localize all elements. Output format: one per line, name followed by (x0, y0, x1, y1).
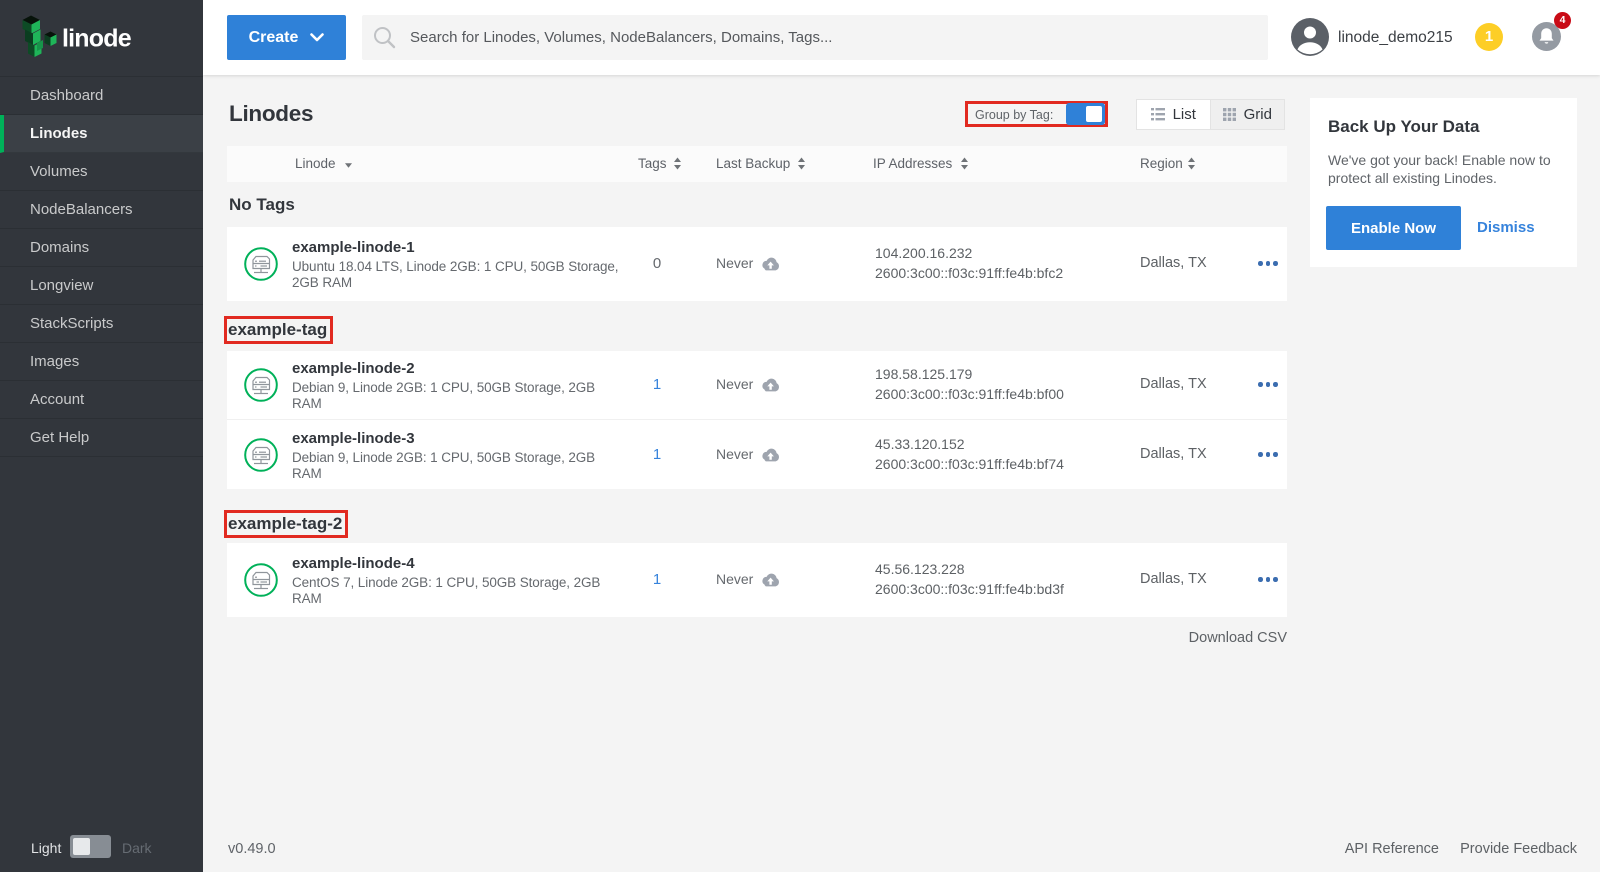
svg-text:linode: linode (62, 25, 132, 53)
